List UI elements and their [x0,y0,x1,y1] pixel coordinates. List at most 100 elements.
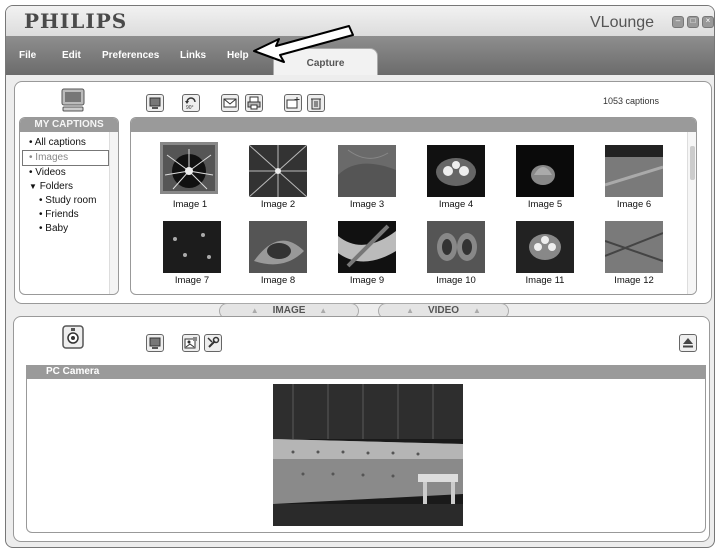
thumbnail-image-1[interactable] [160,142,218,194]
maximize-icon: □ [690,16,696,25]
image-label: Image 5 [527,199,563,210]
sidebar-item-label: Videos [35,167,66,178]
image-8-thumb [249,221,307,273]
bullet-icon: • [29,152,33,163]
tab-video-label: VIDEO [427,305,460,316]
thumbnail-image-2[interactable] [248,144,308,198]
rotate-label: 90° [186,105,194,111]
snapshot-button[interactable] [182,334,200,352]
sidebar-item-baby[interactable]: • Baby [20,222,118,236]
thumbnail-image-11[interactable] [516,221,574,273]
menu-preferences[interactable]: Preferences [102,50,159,61]
arrow-up-icon: ▲ [472,306,481,315]
thumbnail-image-6[interactable] [604,145,664,197]
arrow-up-icon: ▲ [319,306,328,315]
trash-icon [311,98,321,110]
thumbnail-image-5[interactable] [516,145,574,197]
image-10-thumb [427,221,485,273]
window-controls: – □ × [672,16,714,28]
email-button[interactable] [221,94,239,112]
bullet-icon: • [29,167,33,178]
expand-triangle-icon[interactable]: ▼ [29,182,37,191]
pc-camera-header: PC Camera [26,365,706,379]
image-label: Image 6 [616,199,652,210]
image-7-thumb [163,221,221,273]
thumbnail-image-12[interactable] [604,221,664,273]
tab-image-label: IMAGE [272,305,306,316]
sidebar-item-folders[interactable]: ▼ Folders [20,180,118,194]
display-button[interactable] [146,94,164,112]
sidebar-item-label: Study room [45,195,97,206]
image-label: Image 4 [438,199,474,210]
arrow-up-icon: ▲ [250,306,259,315]
mail-icon [223,98,237,108]
sidebar-item-all-captions[interactable]: • All captions [20,136,118,150]
image-2-thumb [248,144,308,198]
display-icon [149,337,161,349]
image-12-thumb [604,221,664,273]
thumbnail-image-3[interactable] [338,145,396,197]
image-5-thumb [516,145,574,197]
sidebar-item-videos[interactable]: • Videos [20,166,118,180]
sidebar-item-label: All captions [34,137,86,148]
thumbnail-image-7[interactable] [163,221,221,273]
eject-icon [683,338,693,348]
close-button[interactable]: × [702,16,714,28]
image-11-thumb [516,221,574,273]
image-label: Image 8 [260,275,296,286]
webcam-icon [62,325,84,349]
arrow-up-icon: ▲ [406,306,415,315]
image-label: Image 10 [436,275,476,286]
bullet-icon: • [39,195,43,206]
image-label: Image 11 [525,275,565,286]
menu-edit[interactable]: Edit [62,50,81,61]
image-label: Image 3 [349,199,385,210]
thumbnail-image-8[interactable] [249,221,307,273]
fullscreen-preview-button[interactable] [146,334,164,352]
image-label: Image 1 [172,199,208,210]
thumbnail-image-9[interactable] [338,221,396,273]
camera-live-view [273,384,463,526]
minimize-button[interactable]: – [672,16,684,28]
print-button[interactable] [245,94,263,112]
close-icon: × [705,16,711,25]
print-icon [247,96,261,110]
app-title: VLounge [590,14,655,31]
image-grid: Image 1 Image 2 Image 3 Image 4 Image 5 … [130,117,697,295]
menu-file[interactable]: File [19,50,36,61]
sidebar-scrollbar[interactable] [109,132,118,294]
sidebar-item-study-room[interactable]: • Study room [20,194,118,208]
callout-arrow-icon [253,25,354,63]
sidebar-header: MY CAPTIONS [20,118,118,132]
scrollbar-thumb[interactable] [690,146,695,180]
sidebar-item-images[interactable]: • Images [22,150,109,166]
my-captions-sidebar: MY CAPTIONS • All captions • Images • Vi… [19,117,119,295]
image-1-thumb [163,145,215,191]
monitor-icon [61,88,85,112]
grid-header [131,118,696,132]
sidebar-item-label: Images [35,152,69,163]
sidebar-item-label: Folders [39,181,74,192]
thumbnail-image-4[interactable] [427,145,485,197]
rotate-button[interactable]: 90° [182,94,200,112]
camera-settings-button[interactable] [204,334,222,352]
menu-links[interactable]: Links [180,50,206,61]
thumbnail-image-10[interactable] [427,221,485,273]
grid-scrollbar[interactable] [687,132,696,294]
image-6-thumb [604,145,664,197]
delete-button[interactable] [307,94,325,112]
new-folder-button[interactable] [284,94,302,112]
image-4-thumb [427,145,485,197]
picture-settings-icon [184,337,197,349]
image-label: Image 2 [260,199,296,210]
bullet-icon: • [39,223,43,234]
sidebar-item-label: Friends [45,209,79,220]
wrench-icon [207,336,220,348]
sidebar-item-friends[interactable]: • Friends [20,208,118,222]
image-3-thumb [338,145,396,197]
maximize-button[interactable]: □ [687,16,699,28]
menu-help[interactable]: Help [227,50,249,61]
bullet-icon: • [29,137,33,148]
display-icon [149,97,161,109]
eject-button[interactable] [679,334,697,352]
